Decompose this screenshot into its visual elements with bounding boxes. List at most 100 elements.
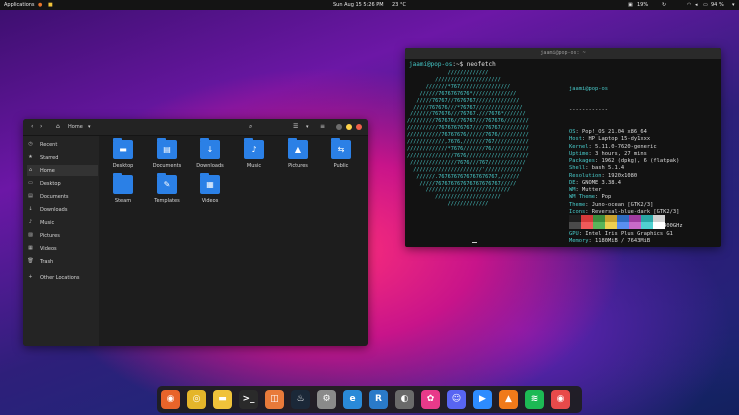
sidebar-item-label: Other Locations (40, 275, 80, 281)
sidebar-item-pictures[interactable]: ▨ Pictures (27, 230, 98, 241)
plus-icon: + (28, 274, 33, 280)
sidebar-item-downloads[interactable]: ↓ Downloads (27, 204, 98, 215)
folder-steam[interactable]: Steam (103, 173, 143, 217)
spotify-icon[interactable]: ≋ (525, 390, 544, 409)
maximize-button[interactable] (346, 124, 352, 130)
info-value: : 1920x1080 (601, 172, 638, 179)
sidebar-item-label: Desktop (40, 181, 61, 187)
color-swatch (617, 215, 629, 222)
path-home[interactable]: Home (68, 124, 83, 130)
color-swatch (617, 222, 629, 229)
screenshot-icon[interactable]: ▣ (628, 2, 633, 8)
info-line: Memory: 1180MiB / 7643MiB (569, 238, 683, 245)
sidebar-item-label: Trash (40, 259, 54, 265)
info-line: Resolution: 1920x1080 (569, 173, 683, 180)
files-icon[interactable]: ▬ (213, 390, 232, 409)
info-line: Host: HP Laptop 15-dy1xxx (569, 136, 683, 143)
top-bar: Applications ● ■ Sun Aug 15 5:26 PM 23 °… (0, 0, 739, 10)
store-icon[interactable]: ◫ (265, 390, 284, 409)
power-menu-icon[interactable]: ▾ (732, 2, 735, 8)
sidebar-item-starred[interactable]: ★ Starred (27, 152, 98, 163)
color-swatch (653, 222, 665, 229)
folder-icon: ▦ (200, 173, 220, 194)
sidebar-item-desktop[interactable]: ▭ Desktop (27, 178, 98, 189)
info-value: : GNOME 3.38.4 (575, 179, 621, 186)
info-line: Kernel: 5.11.0-7620-generic (569, 144, 683, 151)
volume-icon[interactable]: ◂ (695, 2, 698, 8)
close-button[interactable] (356, 124, 362, 130)
folder-public[interactable]: ⇆ Public (321, 138, 361, 182)
folder-icon: ▤ (157, 138, 177, 159)
share-glyph-icon: ⇆ (337, 145, 345, 154)
color-picker-icon[interactable]: ✿ (421, 390, 440, 409)
vlc-icon[interactable]: ▲ (499, 390, 518, 409)
reader-icon[interactable]: R (369, 390, 388, 409)
weather[interactable]: 23 °C (392, 2, 406, 8)
edge-icon[interactable]: e (343, 390, 362, 409)
view-list-icon[interactable]: ☰ (293, 123, 298, 130)
zoom-icon[interactable]: ▶ (473, 390, 492, 409)
discord-icon[interactable]: ☺ (447, 390, 466, 409)
search-icon[interactable]: ⌕ (249, 123, 252, 131)
folder-label: Steam (114, 198, 132, 204)
folder-videos[interactable]: ▦ Videos (190, 173, 230, 217)
chevron-down-icon[interactable]: ▾ (88, 124, 91, 130)
download-glyph-icon: ↓ (206, 145, 214, 154)
steam-icon[interactable]: ♨ (291, 390, 310, 409)
folder-pictures[interactable]: ▲ Pictures (278, 138, 318, 182)
folder-label: Music (246, 163, 262, 169)
info-line: WM: Mutter (569, 187, 683, 194)
terminal-title[interactable]: jaami@pop-os: ~ (405, 48, 721, 59)
color-swatch (593, 222, 605, 229)
info-separator: ------------ (569, 107, 608, 114)
firefox-icon[interactable]: ◉ (161, 390, 180, 409)
folder-music[interactable]: ♪ Music (234, 138, 274, 182)
clock[interactable]: Sun Aug 15 5:26 PM (333, 2, 384, 8)
settings-icon[interactable]: ⚙ (317, 390, 336, 409)
screen-recorder-icon[interactable]: ◉ (551, 390, 570, 409)
folder-templates[interactable]: ✎ Templates (147, 173, 187, 217)
color-swatch (641, 222, 653, 229)
minimize-button[interactable] (336, 124, 342, 130)
home-icon: ⌂ (28, 167, 33, 173)
terminal-window[interactable]: jaami@pop-os: ~ jaami@pop-os:~$ neofetch… (405, 48, 721, 247)
sidebar-item-music[interactable]: ♪ Music (27, 217, 98, 228)
sidebar-item-videos[interactable]: ▦ Videos (27, 243, 98, 254)
sidebar-item-home[interactable]: ⌂ Home (27, 165, 98, 176)
sidebar-item-documents[interactable]: ▤ Documents (27, 191, 98, 202)
picture-glyph-icon: ▲ (294, 145, 302, 154)
sidebar-item-other-locations[interactable]: + Other Locations (27, 272, 98, 283)
color-swatch (653, 215, 665, 222)
info-line: Shell: bash 5.1.4 (569, 165, 683, 172)
applications-menu[interactable]: Applications (4, 2, 35, 8)
wifi-icon[interactable]: ◠ (687, 2, 691, 8)
folder-label: Videos (201, 198, 219, 204)
chrome-icon[interactable]: ◎ (187, 390, 206, 409)
refresh-icon[interactable]: ↻ (662, 2, 666, 8)
info-line: DE: GNOME 3.38.4 (569, 180, 683, 187)
back-button[interactable]: ‹ (31, 123, 33, 130)
home-icon[interactable]: ⌂ (56, 123, 60, 130)
music-icon: ♪ (28, 219, 33, 225)
sidebar-item-recent[interactable]: ◷ Recent (27, 139, 98, 150)
toggle-icon[interactable]: ◐ (395, 390, 414, 409)
info-key: Kernel (569, 143, 589, 150)
color-swatch (629, 215, 641, 222)
terminal-icon[interactable]: >_ (239, 390, 258, 409)
firefox-icon[interactable]: ● (38, 2, 42, 8)
info-value: : Intel Iris Plus Graphics G1 (578, 230, 673, 237)
menu-icon[interactable]: ≡ (320, 123, 325, 130)
battery-icon[interactable]: ▭ (703, 2, 708, 8)
sidebar-item-trash[interactable]: 🗑 Trash (27, 256, 98, 267)
info-key: Uptime (569, 150, 589, 157)
folder-icon[interactable]: ■ (48, 2, 53, 8)
clock-icon: ◷ (28, 141, 33, 147)
file-manager-header: ‹ › ⌂ Home ▾ ⌕ ☰ ▾ ≡ (23, 119, 368, 136)
prompt-user: jaami@pop-os (409, 61, 453, 68)
sidebar-item-label: Starred (40, 155, 59, 161)
star-icon: ★ (28, 154, 33, 160)
forward-button[interactable]: › (40, 123, 42, 130)
folder-label: Documents (152, 163, 182, 169)
view-options-icon[interactable]: ▾ (306, 124, 309, 130)
desktop-glyph-icon: ▬ (119, 145, 127, 154)
